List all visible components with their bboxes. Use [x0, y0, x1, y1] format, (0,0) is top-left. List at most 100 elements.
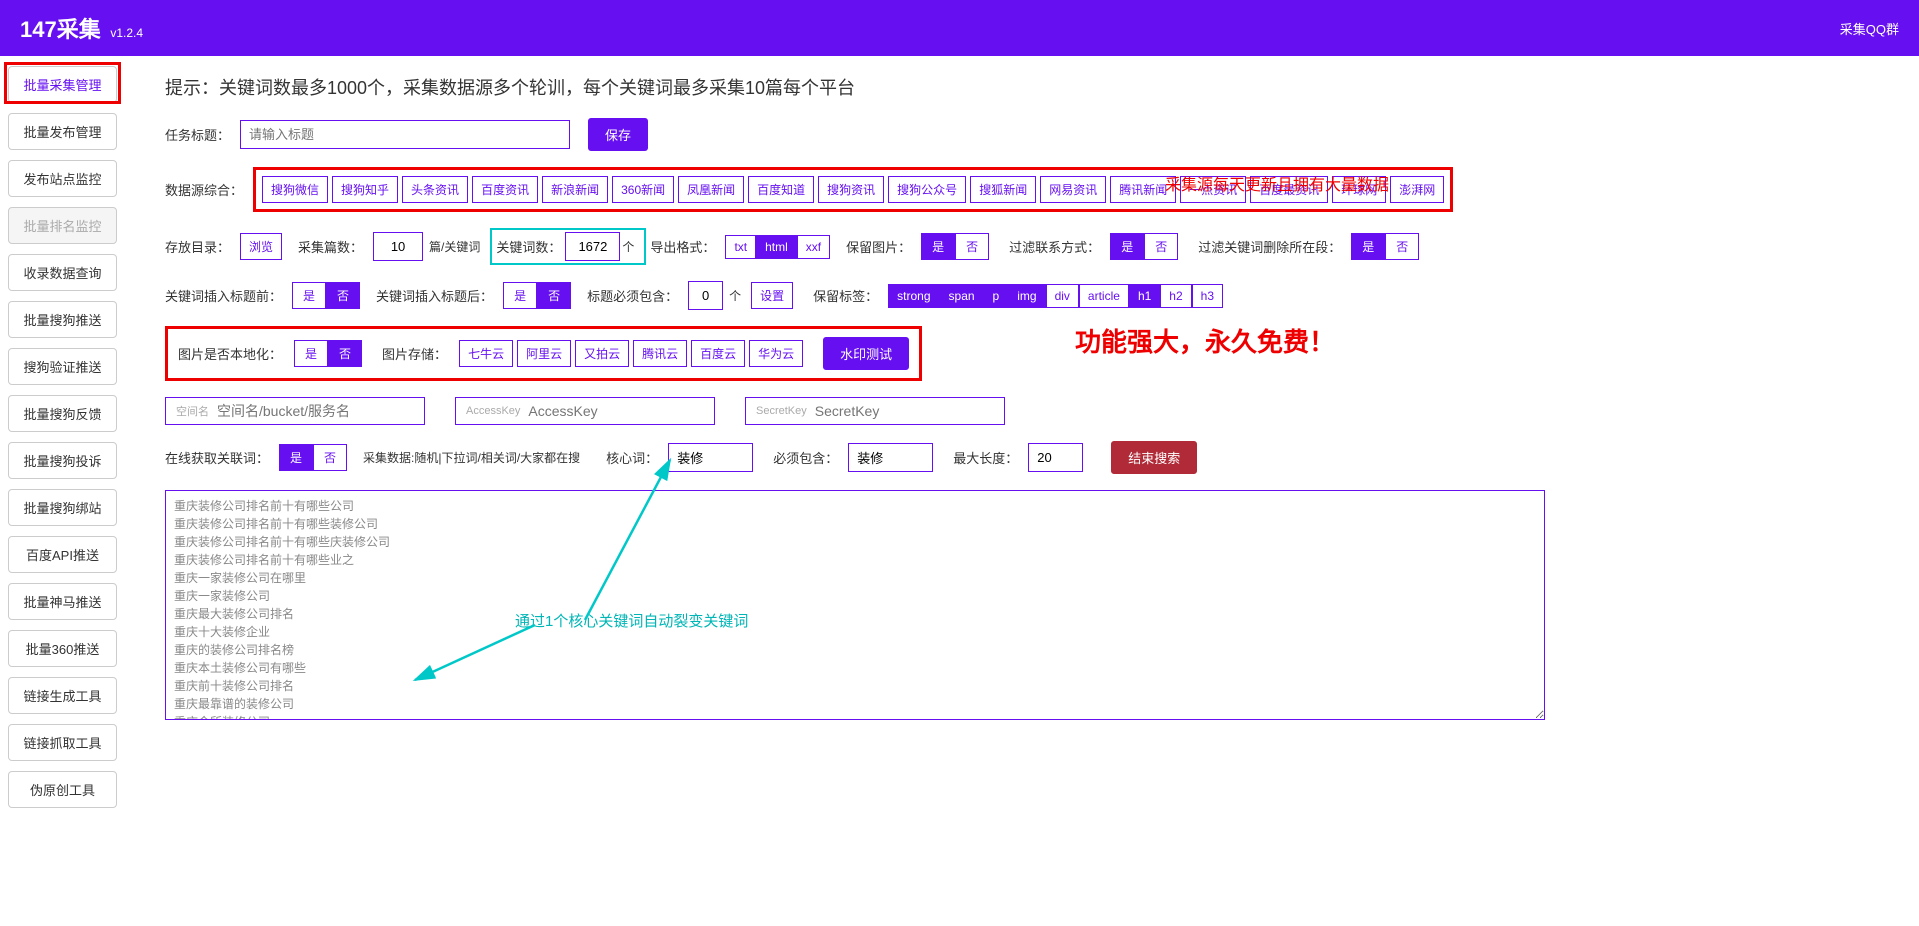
app-brand: 147采集	[20, 17, 101, 42]
tag-h2[interactable]: h2	[1160, 284, 1191, 308]
annotation-power: 功能强大，永久免费！	[1075, 322, 1335, 359]
insert-before-no[interactable]: 否	[326, 282, 360, 309]
end-search-button[interactable]: 结束搜索	[1111, 441, 1197, 474]
fmt-html[interactable]: html	[756, 235, 797, 259]
browse-button[interactable]: 浏览	[240, 233, 282, 260]
sidebar-item-sogou-bind[interactable]: 批量搜狗绑站	[8, 489, 117, 526]
sidebar-item-shenma-push[interactable]: 批量神马推送	[8, 583, 117, 620]
task-title-input[interactable]	[240, 120, 570, 149]
provider-4[interactable]: 百度云	[691, 340, 745, 367]
max-len-input[interactable]	[1028, 443, 1083, 472]
source-8[interactable]: 搜狗资讯	[818, 176, 884, 203]
accesskey-input[interactable]	[528, 403, 709, 419]
sidebar-item-sogou-feedback[interactable]: 批量搜狗反馈	[8, 395, 117, 432]
online-must-label: 必须包含：	[773, 448, 838, 467]
sidebar-item-sogou-push[interactable]: 批量搜狗推送	[8, 301, 117, 338]
fmt-xxf[interactable]: xxf	[797, 235, 830, 259]
tag-h3[interactable]: h3	[1192, 284, 1223, 308]
sidebar-item-index-query[interactable]: 收录数据查询	[8, 254, 117, 291]
sidebar-item-sogou-verify[interactable]: 搜狗验证推送	[8, 348, 117, 385]
sidebar-item-360-push[interactable]: 批量360推送	[8, 630, 117, 667]
tag-p[interactable]: p	[984, 284, 1009, 308]
source-10[interactable]: 搜狐新闻	[970, 176, 1036, 203]
results-textarea[interactable]	[165, 490, 1545, 720]
insert-after-yes[interactable]: 是	[503, 282, 537, 309]
space-input[interactable]	[217, 403, 414, 419]
provider-0[interactable]: 七牛云	[459, 340, 513, 367]
core-label: 核心词：	[606, 448, 658, 467]
save-button[interactable]: 保存	[588, 118, 648, 151]
sidebar: 批量采集管理 批量发布管理 发布站点监控 批量排名监控 收录数据查询 批量搜狗推…	[0, 56, 125, 828]
insert-before-label: 关键词插入标题前：	[165, 286, 282, 305]
source-11[interactable]: 网易资讯	[1040, 176, 1106, 203]
tag-span[interactable]: span	[940, 284, 984, 308]
kw-count-input[interactable]	[565, 232, 620, 261]
tag-img[interactable]: img	[1008, 284, 1045, 308]
keep-tag-label: 保留标签：	[813, 286, 878, 305]
online-data-label: 采集数据:随机|下拉词/相关词/大家都在搜	[363, 449, 580, 466]
secretkey-input[interactable]	[815, 403, 996, 419]
provider-5[interactable]: 华为云	[749, 340, 803, 367]
sidebar-item-sogou-complaint[interactable]: 批量搜狗投诉	[8, 442, 117, 479]
provider-2[interactable]: 又拍云	[575, 340, 629, 367]
secretkey-input-group: SecretKey	[745, 397, 1005, 425]
filter-kw-yes[interactable]: 是	[1351, 233, 1385, 260]
filter-contact-no[interactable]: 否	[1144, 233, 1178, 260]
qq-group-link[interactable]: 采集QQ群	[1840, 19, 1899, 38]
source-2[interactable]: 头条资讯	[402, 176, 468, 203]
insert-after-no[interactable]: 否	[537, 282, 571, 309]
core-input[interactable]	[668, 443, 753, 472]
sidebar-item-rank-monitor[interactable]: 批量排名监控	[8, 207, 117, 244]
sources-label: 数据源综合：	[165, 180, 243, 199]
source-0[interactable]: 搜狗微信	[262, 176, 328, 203]
online-no[interactable]: 否	[313, 444, 347, 471]
img-local-yes[interactable]: 是	[294, 340, 328, 367]
watermark-button[interactable]: 水印测试	[823, 337, 909, 370]
tag-div[interactable]: div	[1046, 284, 1079, 308]
fmt-txt[interactable]: txt	[725, 235, 756, 259]
dir-label: 存放目录：	[165, 237, 230, 256]
sidebar-item-pseudo-orig[interactable]: 伪原创工具	[8, 771, 117, 808]
sidebar-item-link-crawl[interactable]: 链接抓取工具	[8, 724, 117, 761]
source-6[interactable]: 凤凰新闻	[678, 176, 744, 203]
tag-strong[interactable]: strong	[888, 284, 939, 308]
sidebar-item-link-gen[interactable]: 链接生成工具	[8, 677, 117, 714]
accesskey-input-group: AccessKey	[455, 397, 715, 425]
tag-article[interactable]: article	[1079, 284, 1129, 308]
space-input-group: 空间名	[165, 397, 425, 425]
insert-before-yes[interactable]: 是	[292, 282, 326, 309]
kw-unit: 个	[622, 238, 634, 255]
source-3[interactable]: 百度资讯	[472, 176, 538, 203]
count-unit: 篇/关键词	[429, 238, 480, 255]
provider-3[interactable]: 腾讯云	[633, 340, 687, 367]
online-must-input[interactable]	[848, 443, 933, 472]
source-1[interactable]: 搜狗知乎	[332, 176, 398, 203]
count-input[interactable]	[373, 232, 423, 261]
sidebar-item-collect-mgmt[interactable]: 批量采集管理	[8, 66, 117, 103]
online-yes[interactable]: 是	[279, 444, 313, 471]
settings-button[interactable]: 设置	[751, 282, 793, 309]
insert-after-label: 关键词插入标题后：	[376, 286, 493, 305]
source-5[interactable]: 360新闻	[612, 176, 674, 203]
img-local-label: 图片是否本地化：	[178, 344, 282, 363]
count-label: 采集篇数：	[298, 237, 363, 256]
main-panel: 提示：关键词数最多1000个，采集数据源多个轮训，每个关键词最多采集10篇每个平…	[125, 56, 1919, 828]
space-prefix: 空间名	[176, 403, 209, 419]
keep-img-yes[interactable]: 是	[921, 233, 955, 260]
filter-contact-yes[interactable]: 是	[1110, 233, 1144, 260]
img-local-no[interactable]: 否	[328, 340, 362, 367]
keep-img-no[interactable]: 否	[955, 233, 989, 260]
provider-1[interactable]: 阿里云	[517, 340, 571, 367]
source-16[interactable]: 澎湃网	[1390, 176, 1444, 203]
tag-h1[interactable]: h1	[1129, 284, 1160, 308]
app-header: 147采集 v1.2.4 采集QQ群	[0, 0, 1919, 56]
source-9[interactable]: 搜狗公众号	[888, 176, 966, 203]
sidebar-item-site-monitor[interactable]: 发布站点监控	[8, 160, 117, 197]
online-label: 在线获取关联词：	[165, 448, 269, 467]
source-7[interactable]: 百度知道	[748, 176, 814, 203]
sidebar-item-publish-mgmt[interactable]: 批量发布管理	[8, 113, 117, 150]
must-contain-input[interactable]	[688, 281, 723, 310]
source-4[interactable]: 新浪新闻	[542, 176, 608, 203]
filter-kw-no[interactable]: 否	[1385, 233, 1419, 260]
sidebar-item-baidu-api[interactable]: 百度API推送	[8, 536, 117, 573]
